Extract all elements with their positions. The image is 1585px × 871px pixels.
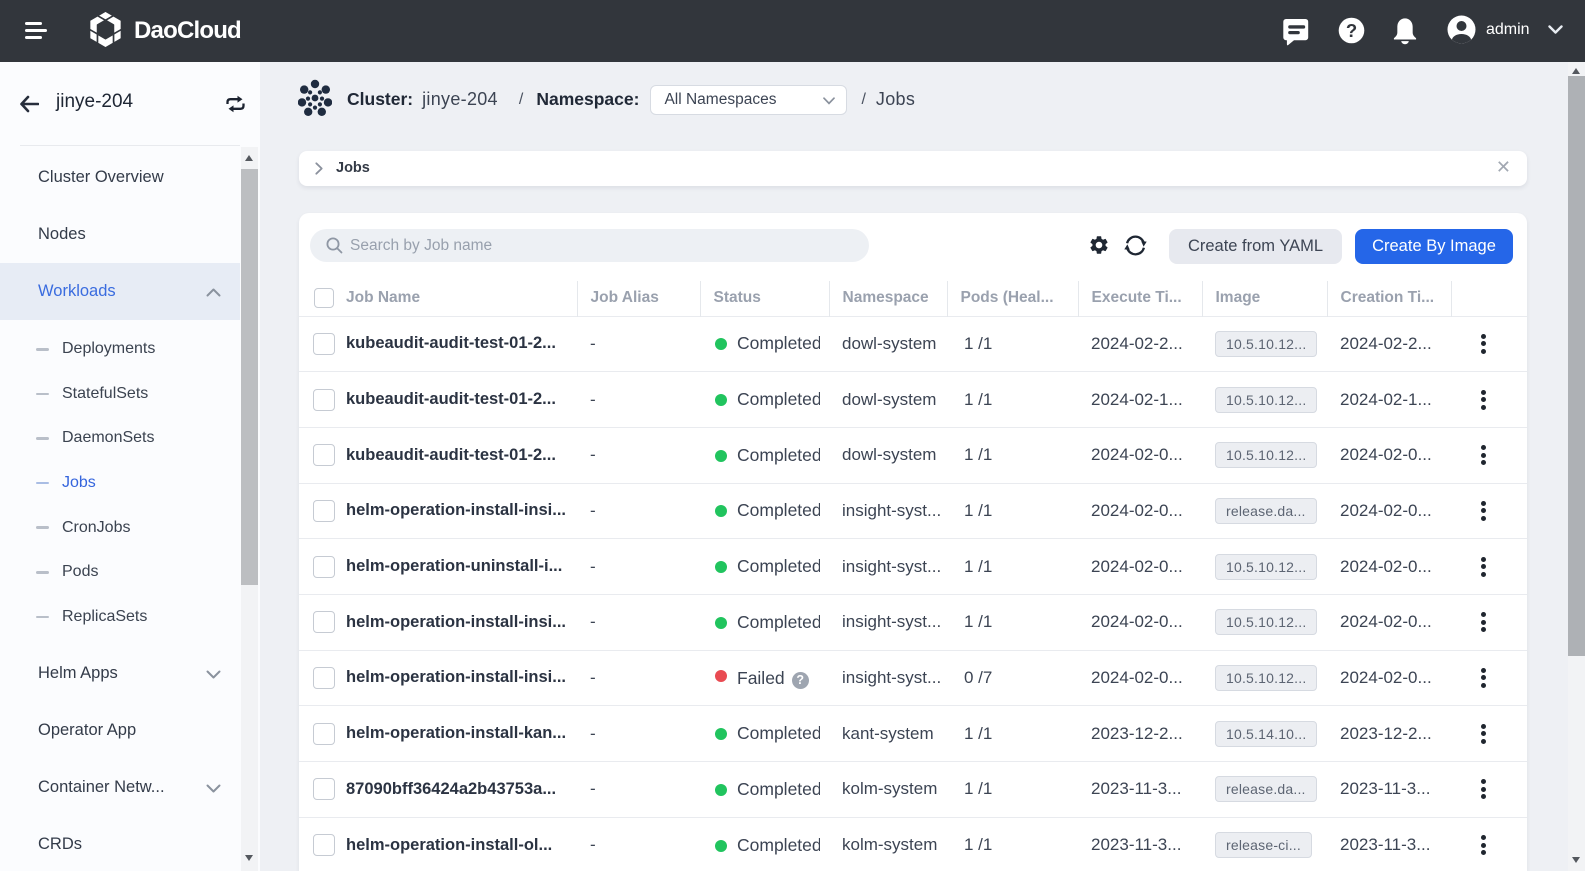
svg-text:?: ? xyxy=(1346,20,1357,41)
